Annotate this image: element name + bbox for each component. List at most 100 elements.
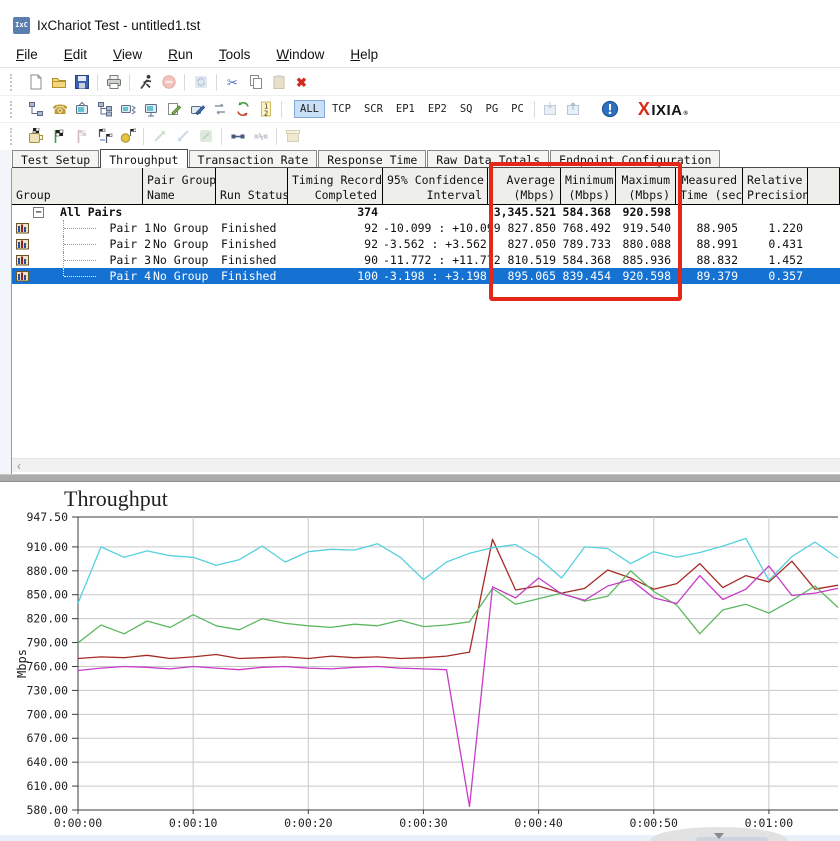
tree-connector-horizontal [64,276,96,277]
menu-help[interactable]: Help [350,47,378,62]
filter-sq[interactable]: SQ [454,100,479,118]
scroll-left-icon[interactable]: ‹ [12,461,21,471]
filter-pg[interactable]: PG [480,100,505,118]
timing-records: 100 [288,268,383,284]
table-row[interactable]: Pair 3 No Group Finished 90 -11.772 : +1… [12,252,840,268]
minimum-mbps: 839.454 [561,268,616,284]
col-header-average[interactable]: Average(Mbps) [488,168,561,205]
title-bar: IxC IxChariot Test - untitled1.tst [0,12,200,38]
col-header-measured-time[interactable]: MeasuredTime (sec) [676,168,743,205]
pair-flags-icon[interactable] [93,126,116,146]
y-tick-label: 790.00 [26,636,68,650]
add-multicast-group-icon[interactable] [93,99,116,119]
add-hardware-pair-icon[interactable] [139,99,162,119]
filter-all[interactable]: ALL [294,100,325,118]
col-header-relative-precision[interactable]: RelativePrecision [743,168,808,205]
menu-run[interactable]: Run [168,47,193,62]
tab-raw-data-totals[interactable]: Raw Data Totals [427,150,549,167]
toolbar-separator [97,74,98,91]
filter-ep2[interactable]: EP2 [422,100,453,118]
y-tick-label: 640.00 [26,755,68,769]
col-header-minimum[interactable]: Minimum(Mbps) [561,168,616,205]
add-pair-icon[interactable] [24,99,47,119]
run-status: Finished [216,268,288,284]
collapse-icon[interactable]: − [33,207,44,218]
series-line-pair-3 [78,566,838,807]
col-header-maximum[interactable]: Maximum(Mbps) [616,168,676,205]
all-pairs-average: 3,345.521 [488,205,561,220]
tab-response-time[interactable]: Response Time [318,150,426,167]
wizard-12-icon[interactable]: 12 [254,99,277,119]
edit-pair-icon[interactable] [162,99,185,119]
results-flag-icon[interactable] [116,126,139,146]
horizontal-scrollbar[interactable]: ‹ [12,458,840,472]
col-header-run-status[interactable]: Run Status [216,168,288,205]
menu-view[interactable]: View [113,47,142,62]
toolbar-grip[interactable] [10,128,16,145]
console-icon[interactable] [24,126,47,146]
copy-icon[interactable] [244,72,267,92]
pane-splitter[interactable] [0,474,840,482]
start-flag-icon[interactable] [47,126,70,146]
y-tick-label: 820.00 [26,612,68,626]
save-icon[interactable] [70,72,93,92]
run-test-icon[interactable] [134,72,157,92]
col-header-confidence-interval[interactable]: 95% ConfidenceInterval [383,168,488,205]
tab-throughput[interactable]: Throughput [100,149,187,168]
x-tick-label: 0:00:20 [284,816,333,830]
add-video-pair-icon[interactable] [70,99,93,119]
table-row[interactable]: Pair 1 No Group Finished 92 -10.099 : +1… [12,220,840,236]
open-file-icon[interactable] [47,72,70,92]
tab-endpoint-configuration[interactable]: Endpoint Configuration [550,150,720,167]
new-document-icon[interactable] [24,72,47,92]
cut-icon[interactable]: ✂ [221,72,244,92]
filter-pc[interactable]: PC [505,100,530,118]
stop-test-icon [157,72,180,92]
replace-endpoints-icon[interactable] [231,99,254,119]
table-row[interactable]: Pair 4 No Group Finished 100 -3.198 : +3… [12,268,840,284]
menu-window[interactable]: Window [276,47,324,62]
x-tick-label: 0:00:50 [630,816,679,830]
toolbar-grip[interactable] [10,74,16,91]
toolbar-grip[interactable] [10,101,16,118]
all-pairs-label: All Pairs [60,205,122,220]
average-mbps: 827.050 [488,236,561,252]
tab-test-setup[interactable]: Test Setup [12,150,99,167]
relative-precision: 1.220 [743,220,808,236]
confidence-interval: -11.772 : +11.772 [383,252,488,268]
print-icon[interactable] [102,72,125,92]
sign-pair-icon[interactable] [185,99,208,119]
about-info-icon[interactable] [599,99,622,119]
toolbar-run [0,123,840,149]
filter-scr[interactable]: SCR [358,100,389,118]
menu-edit[interactable]: Edit [64,47,87,62]
measured-time: 88.905 [676,220,743,236]
pair-group-name: No Group [143,268,216,284]
tab-transaction-rate[interactable]: Transaction Rate [189,150,318,167]
link-view-icon[interactable] [226,126,249,146]
y-tick-label: 760.00 [26,659,68,673]
pair-group-name: No Group [143,252,216,268]
timing-records: 92 [288,220,383,236]
ixia-logo: XIXIA® [638,99,689,120]
measured-time: 88.832 [676,252,743,268]
y-tick-label: 580.00 [26,803,68,817]
swap-endpoints-icon[interactable] [208,99,231,119]
col-header-group[interactable]: Group [12,168,143,205]
table-row[interactable]: Pair 2 No Group Finished 92 -3.562 : +3.… [12,236,840,252]
ixia-logo-x: X [638,99,651,120]
menu-file[interactable]: File [16,47,38,62]
confidence-interval: -10.099 : +10.099 [383,220,488,236]
delete-icon[interactable]: ✖ [290,72,313,92]
add-video-multicast-icon[interactable] [116,99,139,119]
app-icon: IxC [13,17,30,34]
filter-ep1[interactable]: EP1 [390,100,421,118]
all-pairs-row[interactable]: − All Pairs 374 3,345.521 584.368 920.59… [12,205,840,220]
chevron-down-icon [714,833,724,839]
filter-tcp[interactable]: TCP [326,100,357,118]
tree-connector-horizontal [64,260,96,261]
col-header-timing-records[interactable]: Timing RecordsCompleted [288,168,383,205]
add-voip-pair-icon[interactable]: ☎ [47,99,70,119]
menu-tools[interactable]: Tools [219,47,251,62]
col-header-pair-group-name[interactable]: Pair GroupName [143,168,216,205]
